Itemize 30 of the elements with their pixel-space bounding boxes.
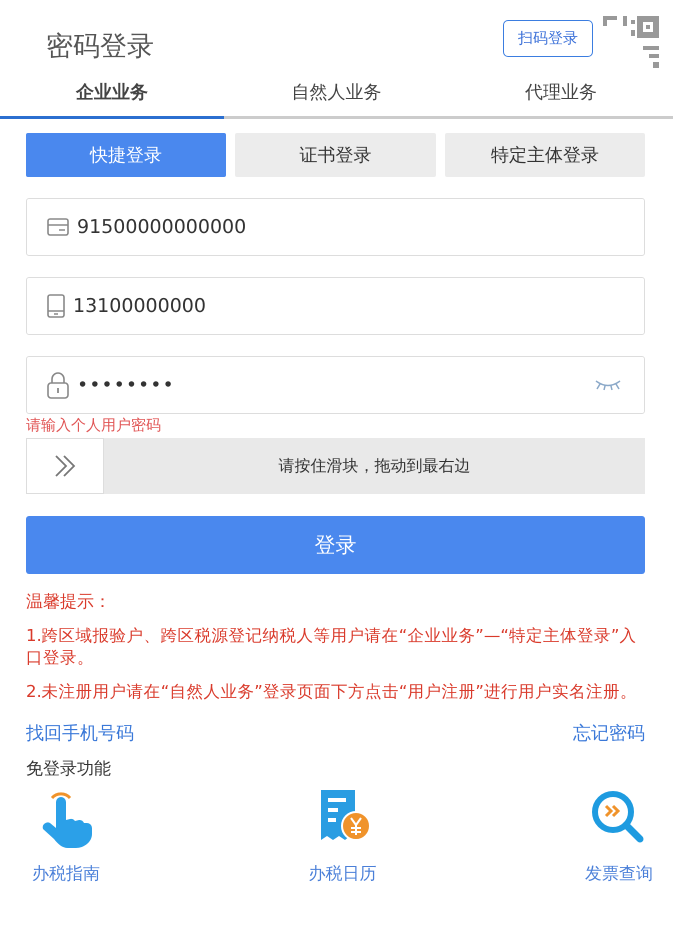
business-tab[interactable]: 自然人业务 bbox=[224, 74, 449, 119]
quick-link[interactable]: 办税日历 bbox=[308, 788, 376, 885]
error-message: 请输入个人用户密码 bbox=[26, 416, 162, 436]
business-tab[interactable]: 企业业务 bbox=[0, 74, 224, 119]
section-title: 免登录功能 bbox=[26, 758, 112, 780]
double-chevron-icon bbox=[53, 454, 77, 478]
quick-label: 办税日历 bbox=[308, 863, 376, 885]
page-title: 密码登录 bbox=[46, 30, 154, 64]
quick-link[interactable]: 发票查询 bbox=[585, 788, 653, 885]
quick-label: 发票查询 bbox=[585, 863, 653, 885]
input-field[interactable]: 13100000000 bbox=[26, 277, 645, 335]
quick-label: 办税指南 bbox=[32, 863, 100, 885]
input-field[interactable]: •••••••• bbox=[26, 356, 645, 414]
tip-text: 1.跨区域报验户、跨区税源登记纳税人等用户请在“企业业务”—“特定主体登录”入口登录。 bbox=[26, 625, 638, 669]
quick-link[interactable]: 办税指南 bbox=[32, 788, 100, 885]
lock-icon bbox=[47, 371, 69, 399]
text-link[interactable]: 找回手机号码 bbox=[26, 721, 134, 745]
tips-title: 温馨提示： bbox=[26, 591, 112, 613]
card-icon bbox=[47, 218, 69, 236]
login-type-tab[interactable]: 特定主体登录 bbox=[444, 133, 645, 177]
tip-text: 2.未注册用户请在“自然人业务”登录页面下方点击“用户注册”进行用户实名注册。 bbox=[26, 681, 638, 703]
input-field[interactable]: 91500000000000 bbox=[26, 198, 645, 256]
slider-hint: 请按住滑块，拖动到最右边 bbox=[278, 456, 470, 476]
slider-handle[interactable] bbox=[26, 438, 104, 494]
business-tab[interactable]: 代理业务 bbox=[448, 74, 673, 119]
qr-login-button[interactable]: 扫码登录 bbox=[503, 20, 593, 57]
text-link[interactable]: 忘记密码 bbox=[573, 721, 645, 745]
eye-closed-icon[interactable] bbox=[594, 379, 622, 391]
phone-icon bbox=[47, 294, 65, 318]
login-type-tab[interactable]: 证书登录 bbox=[235, 133, 436, 177]
